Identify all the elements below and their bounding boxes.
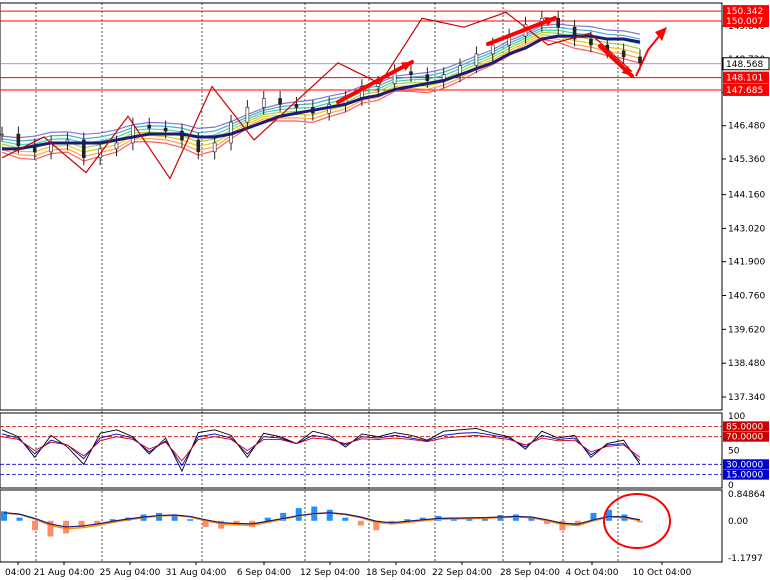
oscillator-level-label: 70.0000 [726, 433, 763, 443]
chart-svg: 10050085.000070.000030.000015.0000 0.848… [0, 2, 770, 578]
oscillator-tick-label: 100 [728, 412, 745, 422]
macd-tick-label: 0.00 [728, 517, 748, 527]
oscillator-tick-label: 50 [728, 447, 740, 457]
candle-body [261, 98, 266, 108]
candle-body [147, 124, 152, 129]
candle-body [589, 38, 593, 46]
oscillator-level-label: 30.0000 [726, 460, 763, 470]
price-tick-label: 141.900 [728, 258, 765, 268]
price-tick-label: 145.360 [728, 155, 765, 165]
time-tick-label: 04:00 [5, 568, 31, 578]
macd-histogram-bar [16, 517, 23, 521]
macd-histogram-bar [357, 520, 364, 526]
candle-body [245, 107, 250, 123]
price-tick-label: 143.020 [728, 224, 765, 234]
candle-body [114, 142, 119, 150]
macd-tick-label: -1.1797 [728, 554, 763, 564]
time-tick-label: 4 Oct 04:00 [566, 568, 619, 578]
oscillator-level-label: 15.0000 [726, 471, 763, 481]
time-tick-label: 28 Sep 04:00 [500, 568, 560, 578]
price-level-label: 147.685 [726, 86, 763, 96]
oscillator-level-label: 85.0000 [726, 422, 763, 432]
time-axis: 04:00 21 Aug 04:00 25 Aug 04:00 31 Aug 04:0… [5, 562, 692, 578]
candle-body [376, 83, 381, 87]
time-tick-label: 21 Aug 04:00 [34, 568, 95, 578]
macd-histogram-bar [295, 508, 302, 521]
macd-tick-label: 0.84864 [728, 490, 765, 500]
price-tick-label: 139.620 [728, 325, 765, 335]
time-tick-label: 10 Oct 04:00 [633, 568, 692, 578]
macd-histogram-bar [32, 520, 39, 531]
candle-body [490, 44, 495, 55]
oscillator-pane-frame [0, 412, 723, 489]
time-tick-label: 12 Sep 04:00 [300, 568, 360, 578]
macd-histogram-bar [187, 519, 194, 521]
candle-body [278, 98, 282, 105]
macd-histogram-bar [326, 509, 333, 521]
time-tick-label: 6 Sep 04:00 [237, 568, 292, 578]
time-tick-label: 22 Sep 04:00 [432, 568, 492, 578]
candle-body [409, 71, 413, 75]
price-tick-label: 140.760 [728, 291, 765, 301]
time-tick-label: 25 Aug 04:00 [100, 568, 161, 578]
price-axis: 149.840148.720147.600146.480145.360144.1… [722, 5, 770, 403]
candle-body [163, 127, 168, 132]
candle-body [474, 53, 479, 67]
candle-body [196, 139, 201, 153]
price-tick-label: 144.160 [728, 191, 765, 201]
price-tick-label: 138.480 [728, 359, 765, 369]
candle-body [16, 133, 21, 147]
candle-body [556, 17, 561, 28]
candle-body [425, 74, 430, 81]
candle-body [294, 104, 299, 108]
candle-body [638, 56, 642, 64]
candle-body [131, 124, 135, 144]
time-tick-label: 31 Aug 04:00 [166, 568, 227, 578]
price-tick-label: 137.340 [728, 393, 765, 403]
price-level-label: 150.007 [726, 17, 763, 27]
price-tick-label: 146.480 [728, 122, 765, 132]
current-price-label: 148.568 [726, 60, 763, 70]
candle-body [621, 50, 626, 58]
time-tick-label: 18 Sep 04:00 [366, 568, 426, 578]
price-level-label: 148.101 [726, 74, 763, 84]
macd-histogram-bar [342, 517, 349, 521]
candle-body [212, 142, 217, 153]
candle-body [0, 133, 4, 136]
